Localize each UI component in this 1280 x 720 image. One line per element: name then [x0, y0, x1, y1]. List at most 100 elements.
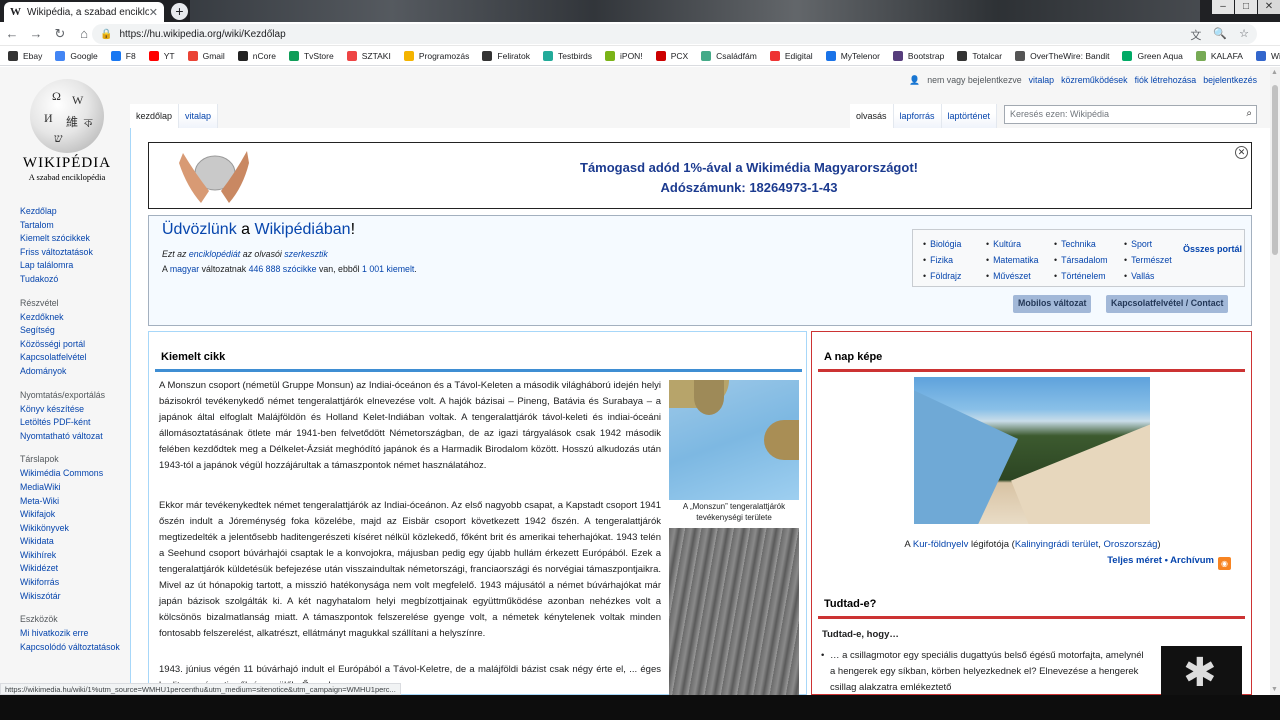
- sidebar-link[interactable]: Meta-Wiki: [20, 495, 130, 509]
- sidebar-link[interactable]: Letöltés PDF-ként: [20, 416, 130, 430]
- bookmark-item[interactable]: MyTelenor: [825, 50, 880, 61]
- bookmark-item[interactable]: SZTAKI: [346, 50, 391, 61]
- bookmark-star-icon[interactable]: ☆: [1239, 27, 1249, 43]
- address-bar[interactable]: 🔒 https://hu.wikipedia.org/wiki/Kezdőlap…: [92, 24, 1257, 44]
- sidebar-link[interactable]: Mi hivatkozik erre: [20, 627, 130, 641]
- sidebar-link[interactable]: Wikidézet: [20, 562, 130, 576]
- portal-link[interactable]: Fizika: [923, 252, 961, 268]
- tab-history[interactable]: laptörténet: [941, 104, 998, 128]
- submarine-photo[interactable]: [669, 528, 799, 695]
- maximize-button[interactable]: □: [1235, 0, 1257, 14]
- mobile-version-button[interactable]: Mobilos változat: [1013, 295, 1092, 313]
- forward-icon[interactable]: →: [24, 26, 48, 41]
- sidebar-link[interactable]: Kapcsolatfelvétel: [20, 351, 130, 365]
- bookmark-item[interactable]: Testbirds: [543, 50, 592, 61]
- search-icon[interactable]: ⌕: [1246, 108, 1252, 119]
- kaliningrad-link[interactable]: Kalinyingrádi terület: [1015, 539, 1098, 550]
- bookmark-item[interactable]: Ebay: [8, 50, 42, 61]
- sidebar-link[interactable]: Wikihírek: [20, 549, 130, 563]
- sidebar-link[interactable]: Wikifajok: [20, 508, 130, 522]
- rss-icon[interactable]: ◉: [1218, 557, 1231, 570]
- bookmark-item[interactable]: YT: [148, 50, 175, 61]
- sidebar-link[interactable]: Wikiszótár: [20, 590, 130, 604]
- curonian-spit-link[interactable]: Kur-földnyelv: [913, 539, 968, 550]
- sidebar-link[interactable]: Tartalom: [20, 219, 130, 233]
- bookmark-item[interactable]: Gmail: [187, 50, 225, 61]
- sidebar-link[interactable]: Wikidata: [20, 535, 130, 549]
- bookmark-item[interactable]: Programozás: [403, 50, 469, 61]
- tab-close-icon[interactable]: ✕: [149, 6, 158, 19]
- edit-link[interactable]: szerkesztik: [284, 249, 328, 259]
- bookmark-item[interactable]: TvStore: [288, 50, 334, 61]
- sidebar-link[interactable]: MediaWiki: [20, 481, 130, 495]
- sidebar-link[interactable]: Friss változtatások: [20, 246, 130, 260]
- bookmark-item[interactable]: Feliratok: [482, 50, 530, 61]
- portal-link[interactable]: Kultúra: [986, 236, 1039, 252]
- tab-read[interactable]: olvasás: [850, 104, 894, 128]
- bookmark-item[interactable]: OverTheWire: Bandit: [1015, 50, 1109, 61]
- curonian-spit-photo[interactable]: [914, 377, 1150, 524]
- tab-main-page[interactable]: kezdőlap: [130, 104, 180, 128]
- reload-icon[interactable]: ↻: [48, 26, 72, 42]
- sidebar-link[interactable]: Tudakozó: [20, 273, 130, 287]
- portal-link[interactable]: Biológia: [923, 236, 961, 252]
- hungarian-link[interactable]: magyar: [170, 264, 199, 274]
- bookmark-item[interactable]: Bootstrap: [892, 50, 944, 61]
- bookmark-item[interactable]: Google: [55, 50, 98, 61]
- browser-tab[interactable]: W Wikipédia, a szabad enciklopédia ✕: [4, 2, 164, 22]
- new-tab-button[interactable]: +: [171, 3, 188, 20]
- article-count-link[interactable]: 446 888 szócikke: [249, 264, 317, 274]
- talk-link[interactable]: vitalap: [1029, 75, 1054, 86]
- all-portals-link[interactable]: Összes portál: [1183, 242, 1243, 257]
- portal-link[interactable]: Természet: [1124, 252, 1172, 268]
- bookmark-item[interactable]: Edigital: [769, 50, 813, 61]
- tab-view-source[interactable]: lapforrás: [893, 104, 942, 128]
- sidebar-link[interactable]: Lap találomra: [20, 259, 130, 273]
- create-account-link[interactable]: fiók létrehozása: [1135, 75, 1197, 86]
- sidebar-link[interactable]: Wikiforrás: [20, 576, 130, 590]
- featured-count-link[interactable]: 1 001 kiemelt: [362, 264, 414, 274]
- sidebar-link[interactable]: Kapcsolódó változtatások: [20, 641, 130, 655]
- portal-link[interactable]: Művészet: [986, 268, 1039, 284]
- contact-button[interactable]: Kapcsolatfelvétel / Contact: [1106, 295, 1229, 313]
- indian-ocean-map-image[interactable]: [669, 380, 799, 500]
- scroll-up-icon[interactable]: ▲: [1271, 69, 1278, 76]
- wikipedia-logo[interactable]: Ω W И 維 ক ש WIKIPÉDIA A szabad enciklopé…: [20, 79, 114, 182]
- sidebar-link[interactable]: Kiemelt szócikkek: [20, 232, 130, 246]
- back-icon[interactable]: ←: [0, 26, 24, 41]
- bookmark-item[interactable]: PCX: [655, 50, 688, 61]
- more-links-text[interactable]: Teljes méret • Archívum: [1107, 555, 1214, 566]
- russia-link[interactable]: Oroszország: [1104, 539, 1158, 550]
- full-size-archive-links[interactable]: Teljes méret • Archívum ◉: [1107, 555, 1231, 570]
- scrollbar-thumb[interactable]: [1272, 85, 1278, 255]
- sidebar-link[interactable]: Kezdőlap: [20, 205, 130, 219]
- portal-link[interactable]: Sport: [1124, 236, 1172, 252]
- sidebar-link[interactable]: Könyv készítése: [20, 403, 130, 417]
- bookmark-item[interactable]: Totalcar: [957, 50, 1002, 61]
- sidebar-link[interactable]: Segítség: [20, 324, 130, 338]
- sidebar-link[interactable]: Adományok: [20, 365, 130, 379]
- contributions-link[interactable]: közreműködések: [1061, 75, 1128, 86]
- sidebar-link[interactable]: Kezdőknek: [20, 311, 130, 325]
- encyclopedia-link[interactable]: enciklopédiát: [189, 249, 240, 259]
- portal-link[interactable]: Technika: [1054, 236, 1108, 252]
- welcome-link[interactable]: Üdvözlünk: [162, 221, 237, 238]
- portal-link[interactable]: Matematika: [986, 252, 1038, 268]
- bookmark-item[interactable]: nCore: [237, 50, 276, 61]
- portal-link[interactable]: Társadalom: [1054, 252, 1107, 268]
- scroll-down-icon[interactable]: ▼: [1271, 686, 1278, 693]
- page-scrollbar[interactable]: ▲ ▼: [1270, 67, 1280, 695]
- banner-close-icon[interactable]: ✕: [1235, 146, 1248, 159]
- radial-engine-image[interactable]: ✱: [1161, 646, 1242, 695]
- search-input[interactable]: Keresés ezen: Wikipédia ⌕: [1004, 105, 1257, 124]
- zoom-icon[interactable]: 🔍: [1213, 27, 1227, 43]
- login-link[interactable]: bejelentkezés: [1203, 75, 1257, 86]
- sidebar-link[interactable]: Wikikönyvek: [20, 522, 130, 536]
- bookmark-item[interactable]: Wikipedia: [1255, 50, 1280, 61]
- bookmark-item[interactable]: Családfám: [701, 50, 757, 61]
- tab-talk[interactable]: vitalap: [179, 104, 219, 128]
- sidebar-link[interactable]: Nyomtatható változat: [20, 430, 130, 444]
- donation-banner[interactable]: Támogasd adód 1%-ával a Wikimédia Magyar…: [148, 142, 1252, 209]
- bookmark-item[interactable]: KALAFA: [1195, 50, 1243, 61]
- wikipedia-link[interactable]: Wikipédiában: [255, 221, 351, 238]
